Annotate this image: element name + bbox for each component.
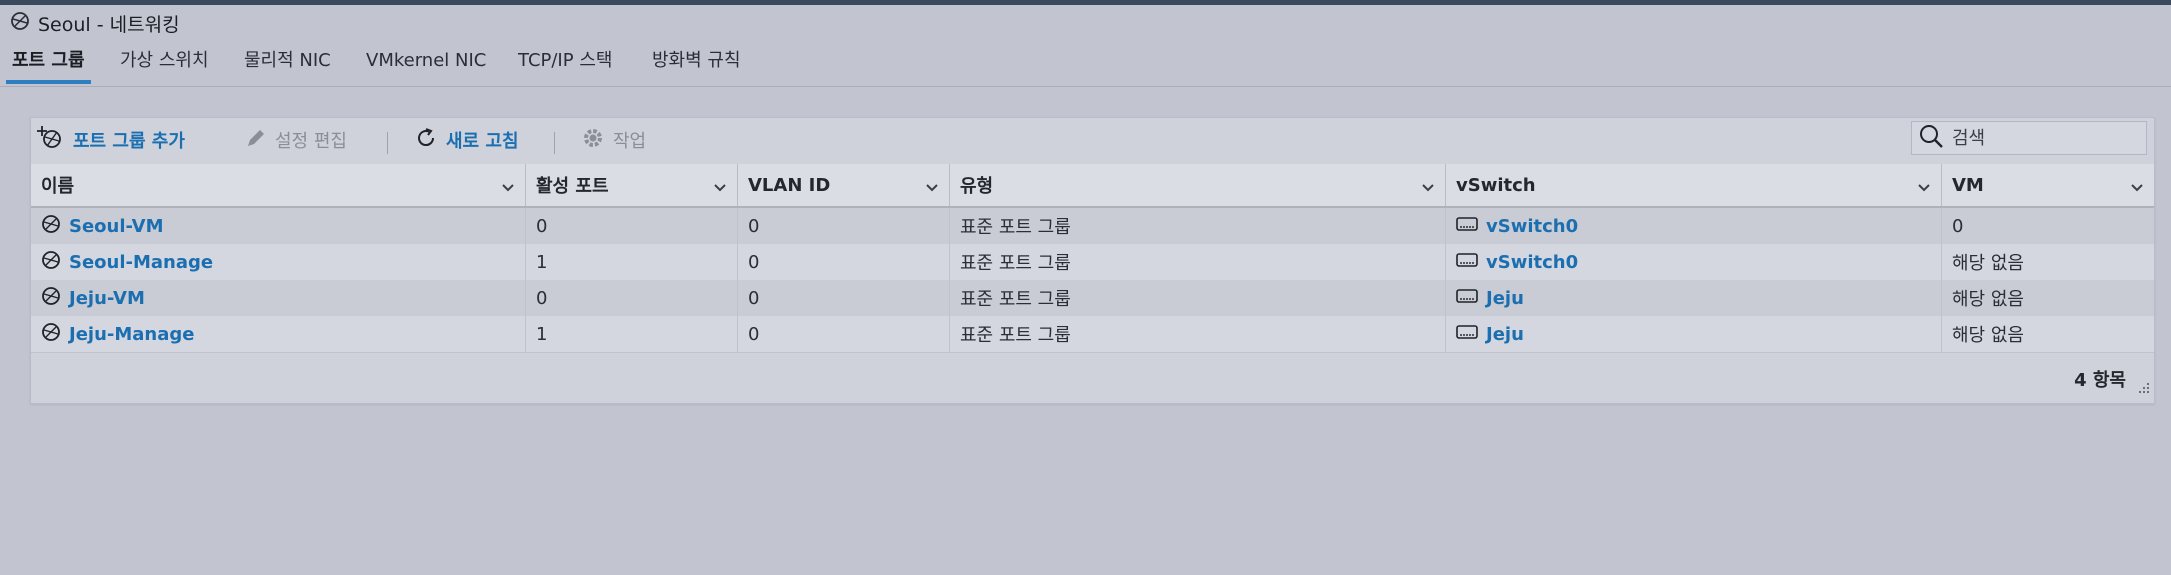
vswitch-link[interactable]: Jeju	[1486, 288, 1524, 309]
active-ports-cell: 1	[526, 244, 738, 280]
table-row[interactable]: Jeju-VM 0 0 표준 포트 그룹 Jeju 해당 없음	[31, 280, 2154, 317]
port-group-icon	[41, 322, 61, 347]
name-cell: Seoul-VM	[31, 208, 526, 244]
table-footer: 4 항목	[31, 358, 2154, 402]
name-cell: Seoul-Manage	[31, 244, 526, 280]
chevron-down-icon[interactable]	[713, 178, 727, 199]
vlan-id-cell: 0	[738, 244, 950, 280]
tab-physical-nics[interactable]: 물리적 NIC	[244, 46, 331, 84]
column-header-name[interactable]: 이름	[31, 164, 526, 206]
actions-label: 작업	[613, 131, 647, 152]
name-cell: Jeju-VM	[31, 280, 526, 316]
table-row[interactable]: Seoul-Manage 1 0 표준 포트 그룹 vSwitch0 해당 없음	[31, 244, 2154, 281]
refresh-icon	[414, 126, 438, 155]
toolbar-divider	[554, 132, 555, 154]
search-input[interactable]	[1952, 127, 2132, 149]
vlan-id-cell: 0	[738, 280, 950, 316]
tab-bar: 포트 그룹 가상 스위치 물리적 NIC VMkernel NIC TCP/IP…	[0, 46, 2171, 87]
switch-icon	[1456, 216, 1478, 237]
switch-icon	[1456, 252, 1478, 273]
port-group-icon	[41, 250, 61, 275]
switch-icon	[1456, 288, 1478, 309]
port-group-name-link[interactable]: Jeju-Manage	[69, 324, 194, 345]
port-group-name-link[interactable]: Jeju-VM	[69, 288, 145, 309]
resize-grip-icon[interactable]	[2138, 379, 2150, 398]
port-group-panel: 포트 그룹 추가 설정 편집 새로 고침 작업 검색 이름 활성 포트 VLAN…	[30, 117, 2155, 404]
switch-icon	[1456, 324, 1478, 345]
port-group-icon	[41, 286, 61, 311]
tab-firewall-rules[interactable]: 방화벽 규칙	[652, 46, 741, 84]
vm-cell: 0	[1952, 215, 1964, 237]
active-ports-cell: 1	[526, 316, 738, 352]
network-globe-icon	[10, 11, 30, 35]
search-box[interactable]	[1911, 121, 2147, 155]
type-cell: 표준 포트 그룹	[950, 208, 1446, 244]
tab-virtual-switches[interactable]: 가상 스위치	[120, 46, 209, 84]
type-cell: 표준 포트 그룹	[950, 316, 1446, 352]
vm-cell: 해당 없음	[1952, 253, 2024, 274]
column-header-active-ports[interactable]: 활성 포트	[526, 164, 738, 206]
page-title: Seoul - 네트워킹	[38, 13, 180, 36]
vswitch-cell: Jeju	[1446, 280, 1942, 316]
vlan-id-cell: 0	[738, 316, 950, 352]
column-header-vlan-id[interactable]: VLAN ID	[738, 164, 950, 206]
active-ports-cell: 0	[526, 208, 738, 244]
vlan-id-cell: 0	[738, 208, 950, 244]
tab-vmkernel-nics[interactable]: VMkernel NIC	[366, 46, 486, 84]
column-header-vswitch[interactable]: vSwitch	[1446, 164, 1942, 206]
chevron-down-icon[interactable]	[1421, 178, 1435, 199]
table-row[interactable]: Seoul-VM 0 0 표준 포트 그룹 vSwitch0 0	[31, 208, 2154, 245]
column-header-vm[interactable]: VM	[1942, 164, 2154, 206]
refresh-label: 새로 고침	[446, 131, 519, 152]
vswitch-link[interactable]: Jeju	[1486, 324, 1524, 345]
chevron-down-icon[interactable]	[925, 178, 939, 199]
name-cell: Jeju-Manage	[31, 316, 526, 352]
vswitch-cell: Jeju	[1446, 316, 1942, 352]
vswitch-link[interactable]: vSwitch0	[1486, 252, 1578, 273]
tab-tcpip-stacks[interactable]: TCP/IP 스택	[518, 46, 612, 84]
add-port-group-button[interactable]: 포트 그룹 추가	[35, 118, 185, 162]
gear-icon	[581, 126, 605, 155]
chevron-down-icon[interactable]	[501, 178, 515, 199]
item-count: 4 항목	[2074, 370, 2126, 391]
edit-settings-button[interactable]: 설정 편집	[245, 118, 347, 162]
vswitch-link[interactable]: vSwitch0	[1486, 216, 1578, 237]
pencil-icon	[245, 127, 267, 154]
port-group-name-link[interactable]: Seoul-Manage	[69, 252, 213, 273]
chevron-down-icon[interactable]	[2130, 178, 2144, 199]
port-group-icon	[41, 214, 61, 239]
table-header-row: 이름 활성 포트 VLAN ID 유형 vSwitch VM	[31, 164, 2154, 208]
toolbar-divider	[387, 132, 388, 154]
vswitch-cell: vSwitch0	[1446, 208, 1942, 244]
active-ports-cell: 0	[526, 280, 738, 316]
type-cell: 표준 포트 그룹	[950, 244, 1446, 280]
type-cell: 표준 포트 그룹	[950, 280, 1446, 316]
top-accent-bar	[0, 0, 2171, 5]
search-icon	[1918, 123, 1944, 153]
add-network-icon	[35, 125, 65, 156]
tab-port-groups[interactable]: 포트 그룹	[6, 46, 90, 84]
column-header-type[interactable]: 유형	[950, 164, 1446, 206]
vm-cell: 해당 없음	[1952, 325, 2024, 346]
actions-button[interactable]: 작업	[581, 118, 646, 162]
edit-settings-label: 설정 편집	[275, 131, 347, 152]
vm-cell: 해당 없음	[1952, 289, 2024, 310]
add-port-group-label: 포트 그룹 추가	[73, 131, 185, 152]
port-group-name-link[interactable]: Seoul-VM	[69, 216, 164, 237]
refresh-button[interactable]: 새로 고침	[414, 118, 519, 162]
vswitch-cell: vSwitch0	[1446, 244, 1942, 280]
window-title-bar: Seoul - 네트워킹	[10, 10, 180, 36]
table-row[interactable]: Jeju-Manage 1 0 표준 포트 그룹 Jeju 해당 없음	[31, 316, 2154, 353]
toolbar: 포트 그룹 추가 설정 편집 새로 고침 작업	[31, 118, 2154, 162]
chevron-down-icon[interactable]	[1917, 178, 1931, 199]
